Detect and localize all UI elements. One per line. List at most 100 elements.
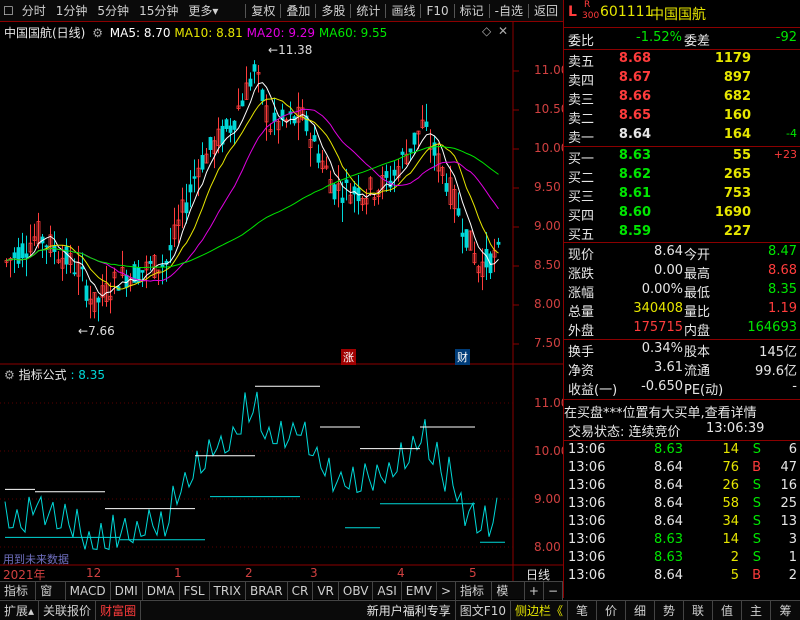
toolbar-tongji[interactable]: 统计 <box>351 0 385 22</box>
tab-sidebar[interactable]: 侧边栏《 <box>511 600 568 620</box>
candle-body <box>12 252 17 259</box>
tab-asi[interactable]: ASI <box>373 581 402 600</box>
tab-dmi[interactable]: DMI <box>111 581 143 600</box>
bid-row[interactable]: 买三 8.61 753 <box>564 186 800 205</box>
tab-remove-icon[interactable]: − <box>544 581 563 600</box>
tick-time: 13:06 <box>568 460 606 475</box>
ask-row[interactable]: 卖一 8.64 164 -4 <box>564 127 800 146</box>
toolbar-fenshi[interactable]: 分时 <box>17 0 51 22</box>
toolbar-15min[interactable]: 15分钟 <box>134 0 183 22</box>
stat-row[interactable]: 涨跌 0.00 最高 8.68 <box>564 263 800 282</box>
toolbar-huaxian[interactable]: 画线 <box>386 0 420 22</box>
toolbar-fuquan[interactable]: 复权 <box>246 0 280 22</box>
tab-new-user-benefit[interactable]: 新用户福利专享 <box>363 600 456 620</box>
tab-next-arrow[interactable]: > <box>437 581 457 600</box>
ask-row[interactable]: 卖二 8.65 160 <box>564 108 800 127</box>
tab-window[interactable]: 窗口 <box>36 581 66 616</box>
stat-label: 今开 <box>684 248 711 263</box>
candle-body <box>20 243 25 259</box>
ask-row[interactable]: 卖五 8.68 1179 <box>564 51 800 70</box>
candle-body <box>252 64 257 72</box>
tab-template[interactable]: 模 板 <box>492 581 525 616</box>
tab-dma[interactable]: DMA <box>143 581 180 600</box>
lr-r-label[interactable]: R <box>584 0 590 10</box>
big-order-notice[interactable]: 在买盘***位置有大买单,查看详情 <box>564 402 800 421</box>
tab-zhibiao-b[interactable]: 指标B <box>456 581 493 616</box>
tab-obv[interactable]: OBV <box>339 581 374 600</box>
tab-related-quotes[interactable]: 关联报价 <box>39 600 97 620</box>
toolbar-checkbox[interactable]: ☐ <box>0 0 17 22</box>
tick-row[interactable]: 13:06 8.64 26 S 16 <box>564 478 800 497</box>
tab-zhu[interactable]: 主 <box>742 600 771 620</box>
tick-row[interactable]: 13:06 8.64 34 S 13 <box>564 514 800 533</box>
indicator-name[interactable]: 指标公式 <box>19 368 67 382</box>
tick-row[interactable]: 13:06 8.64 5 B 2 <box>564 568 800 587</box>
indicator-tick: 8.00 <box>534 540 561 554</box>
diamond-icon[interactable]: ◇ <box>482 24 491 38</box>
tick-row[interactable]: 13:06 8.64 58 S 25 <box>564 496 800 515</box>
tab-shi[interactable]: 势 <box>655 600 684 620</box>
tick-row[interactable]: 13:06 8.63 14 S 6 <box>564 442 800 461</box>
toolbar-back[interactable]: 返回 <box>529 0 563 22</box>
stat-row[interactable]: 外盘 175715 内盘 164693 <box>564 320 800 339</box>
tick-row[interactable]: 13:06 8.63 2 S 1 <box>564 550 800 569</box>
ask-label: 卖三 <box>568 93 595 108</box>
candle-body <box>340 197 345 203</box>
cai-tag[interactable]: 财 <box>455 349 470 365</box>
toolbar-duogu[interactable]: 多股 <box>316 0 350 22</box>
tab-trix[interactable]: TRIX <box>210 581 246 600</box>
tab-cr[interactable]: CR <box>288 581 314 600</box>
stat-row[interactable]: 涨幅 0.00% 最低 8.35 <box>564 282 800 301</box>
candle-body <box>72 272 77 275</box>
tab-zhibiao-a[interactable]: 指标A <box>0 581 37 616</box>
close-icon[interactable]: ✕ <box>498 24 508 38</box>
indicator-settings-icon[interactable]: ⚙ <box>4 368 15 382</box>
tick-row[interactable]: 13:06 8.64 76 B 47 <box>564 460 800 479</box>
tab-macd[interactable]: MACD <box>66 581 111 600</box>
tab-zhi[interactable]: 值 <box>713 600 742 620</box>
tab-xi[interactable]: 细 <box>626 600 655 620</box>
toolbar-diejia[interactable]: 叠加 <box>281 0 315 22</box>
kline-chart[interactable] <box>0 22 563 582</box>
candle-body <box>192 176 197 179</box>
finance-row[interactable]: 收益(一) -0.650 PE(动) - <box>564 379 800 398</box>
tab-extend[interactable]: 扩展▴ <box>0 600 40 620</box>
finance-row[interactable]: 净资 3.61 流通 99.6亿 <box>564 360 800 379</box>
tab-fsl[interactable]: FSL <box>180 581 210 600</box>
tick-price: 8.64 <box>654 478 683 493</box>
tab-add-icon[interactable]: + <box>525 581 544 600</box>
toolbar-biaoji[interactable]: 标记 <box>455 0 489 22</box>
bid-row[interactable]: 买二 8.62 265 <box>564 167 800 186</box>
toolbar-more[interactable]: 更多▾ <box>183 0 223 22</box>
toolbar-f10[interactable]: F10 <box>421 0 453 22</box>
zhang-tag[interactable]: 涨 <box>341 349 356 365</box>
bid-row[interactable]: 买五 8.59 227 <box>564 224 800 243</box>
tab-jia[interactable]: 价 <box>597 600 626 620</box>
tab-lian[interactable]: 联 <box>684 600 713 620</box>
tab-chou[interactable]: 筹 <box>771 601 800 620</box>
ask-row[interactable]: 卖三 8.66 682 <box>564 89 800 108</box>
lr-l-label[interactable]: L <box>568 4 577 20</box>
stat-value: 340408 <box>633 301 683 316</box>
stat-row[interactable]: 总量 340408 量比 1.19 <box>564 301 800 320</box>
tab-brar[interactable]: BRAR <box>246 581 288 600</box>
tab-bi[interactable]: 笔 <box>568 600 597 620</box>
tab-graphic-f10[interactable]: 图文F10 <box>456 600 511 620</box>
settings-icon[interactable]: ⚙ <box>92 26 103 40</box>
finance-value: 145亿 <box>759 345 797 360</box>
tick-row[interactable]: 13:06 8.63 14 S 3 <box>564 532 800 551</box>
bid-row[interactable]: 买四 8.60 1690 <box>564 205 800 224</box>
finance-row[interactable]: 换手 0.34% 股本 145亿 <box>564 341 800 360</box>
tab-emv[interactable]: EMV <box>402 581 437 600</box>
toolbar-5min[interactable]: 5分钟 <box>92 0 134 22</box>
tab-wealth-circle[interactable]: 财富圈 <box>96 600 142 620</box>
tab-vr[interactable]: VR <box>313 581 339 600</box>
toolbar-1min[interactable]: 1分钟 <box>51 0 93 22</box>
toolbar-zixuan[interactable]: -自选 <box>490 0 528 22</box>
stat-row[interactable]: 现价 8.64 今开 8.47 <box>564 244 800 263</box>
ask-row[interactable]: 卖四 8.67 897 <box>564 70 800 89</box>
candle-body <box>184 202 189 214</box>
tick-volume: 5 <box>730 568 739 583</box>
bid-row[interactable]: 买一 8.63 55 +23 <box>564 148 800 167</box>
bid-price: 8.60 <box>618 205 651 220</box>
